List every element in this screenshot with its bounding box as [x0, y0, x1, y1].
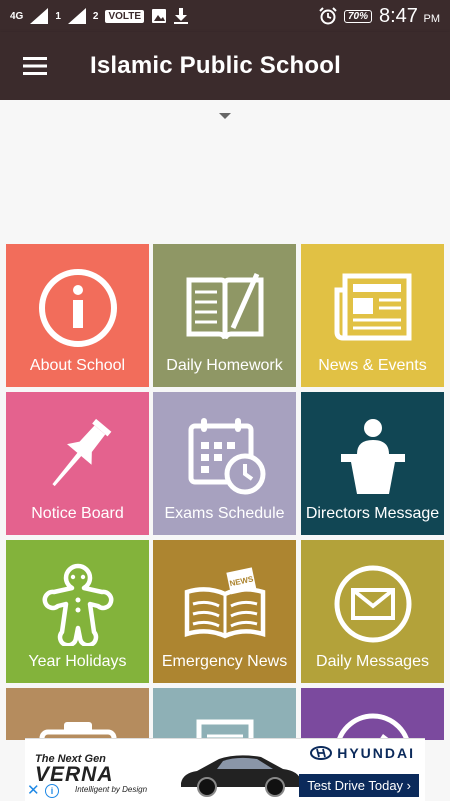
tile-label: About School	[29, 357, 126, 374]
battery-indicator: 70%	[343, 9, 372, 23]
tile-label: Directors Message	[305, 505, 440, 522]
tile-label: Emergency News	[161, 653, 288, 670]
tile-notice-board[interactable]: Notice Board	[6, 392, 149, 535]
envelope-icon	[334, 565, 411, 643]
banner-area	[0, 100, 450, 240]
menu-button[interactable]	[0, 32, 70, 100]
tile-grid: About School Daily Homework News & Event…	[0, 240, 450, 740]
alarm-icon	[319, 7, 337, 25]
clock-ampm: PM	[423, 12, 441, 25]
test-drive-button[interactable]: Test Drive Today ›	[299, 774, 419, 797]
ad-brand: HYUNDAI	[310, 745, 415, 761]
ad-info-icon[interactable]: i	[45, 784, 59, 798]
camera-icon	[39, 722, 116, 740]
ad-tagline: Intelligent by Design	[75, 785, 148, 794]
network-type: 4G	[10, 10, 24, 22]
tile-label: Daily Homework	[166, 357, 283, 374]
status-right: 70% 8:47 PM	[319, 5, 440, 28]
hyundai-logo-icon	[310, 746, 333, 760]
clock-time: 8:47	[379, 4, 418, 27]
pushpin-icon	[51, 418, 111, 487]
tile-label: News & Events	[318, 357, 427, 374]
podium-speaker-icon	[340, 419, 405, 494]
sim2-label: 2	[92, 10, 99, 22]
page-title: Islamic Public School	[90, 52, 341, 79]
car-image	[181, 755, 301, 797]
ad-banner[interactable]: The Next Gen VERNA Intelligent by Design…	[25, 738, 425, 801]
tile-gallery[interactable]	[6, 688, 149, 740]
tile-exams-schedule[interactable]: Exams Schedule	[153, 392, 296, 535]
tile-daily-homework[interactable]: Daily Homework	[153, 244, 296, 387]
document-icon	[196, 719, 253, 740]
dropdown-arrow-icon[interactable]	[219, 113, 231, 119]
ad-close-icon[interactable]: ✕	[27, 781, 40, 799]
tile-about-school[interactable]: About School	[6, 244, 149, 387]
volte-badge: VOLTE	[105, 9, 145, 23]
image-icon	[152, 9, 167, 23]
gingerbread-icon	[42, 563, 113, 646]
clock: 8:47 PM	[379, 5, 440, 28]
tile-directors-message[interactable]: Directors Message	[301, 392, 444, 535]
download-icon	[174, 8, 189, 24]
calendar-clock-icon	[188, 418, 265, 495]
status-left: 4G 1 2 VOLTE	[10, 8, 189, 24]
tile-emergency-news[interactable]: NEWS Emergency News	[153, 540, 296, 683]
tile-documents[interactable]	[153, 688, 296, 740]
signal-icon	[30, 8, 49, 24]
tile-year-holidays[interactable]: Year Holidays	[6, 540, 149, 683]
tile-feedback[interactable]	[301, 688, 444, 740]
app-bar: Islamic Public School	[0, 32, 450, 100]
edit-circle-icon	[335, 713, 410, 740]
book-pencil-icon	[186, 272, 263, 340]
news-paper-icon: NEWS	[184, 567, 265, 639]
newspaper-icon	[334, 273, 411, 341]
tile-label: Daily Messages	[316, 653, 429, 670]
tile-daily-messages[interactable]: Daily Messages	[301, 540, 444, 683]
tile-news-events[interactable]: News & Events	[301, 244, 444, 387]
tile-label: Exams Schedule	[164, 505, 285, 522]
tile-label: Year Holidays	[28, 653, 127, 670]
status-bar: 4G 1 2 VOLTE 70% 8:47 PM	[0, 0, 450, 32]
signal-icon	[67, 8, 86, 24]
hamburger-icon	[23, 57, 47, 75]
ad-brand-name: HYUNDAI	[337, 745, 415, 761]
info-icon	[38, 269, 117, 347]
tile-label: Notice Board	[31, 505, 124, 522]
ad-model-name: VERNA	[35, 763, 114, 786]
sim1-label: 1	[55, 10, 61, 22]
